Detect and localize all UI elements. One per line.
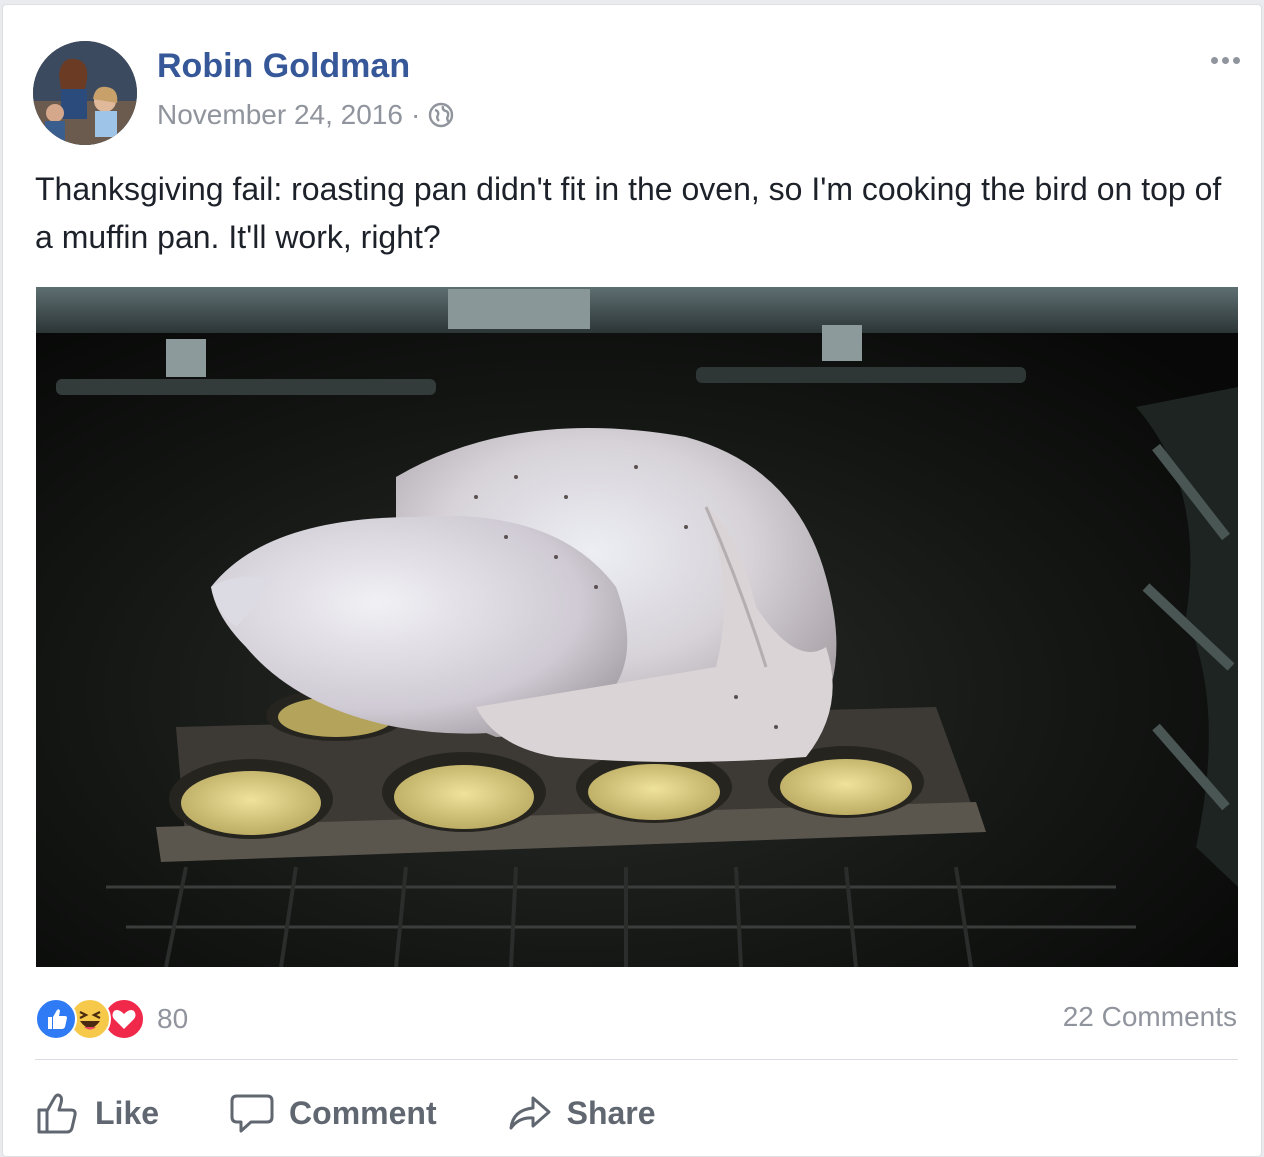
- divider: [35, 1059, 1238, 1060]
- post-text: Thanksgiving fail: roasting pan didn't f…: [35, 171, 1222, 255]
- comment-label: Comment: [289, 1094, 437, 1131]
- like-label: Like: [95, 1094, 160, 1131]
- reaction-count: 80: [157, 1003, 189, 1034]
- action-bar: Like Comment Share: [35, 1081, 726, 1145]
- author-name-link[interactable]: Robin Goldman: [157, 47, 410, 86]
- like-button[interactable]: Like: [35, 1090, 159, 1136]
- meta-separator: ·: [410, 99, 421, 130]
- comment-button[interactable]: Comment: [229, 1090, 437, 1136]
- share-arrow-icon: [507, 1090, 553, 1136]
- globe-icon[interactable]: [428, 102, 454, 128]
- reactions-summary[interactable]: 80: [35, 998, 189, 1040]
- post-photo[interactable]: [36, 287, 1238, 967]
- comments-count-link[interactable]: 22 Comments: [1063, 1001, 1237, 1033]
- like-reaction-icon: [35, 998, 77, 1040]
- post-card: Robin Goldman November 24, 2016 · Thanks…: [2, 4, 1262, 1157]
- share-label: Share: [566, 1094, 656, 1131]
- share-button[interactable]: Share: [507, 1090, 656, 1136]
- author-avatar[interactable]: [33, 41, 137, 145]
- comment-bubble-icon: [229, 1090, 275, 1136]
- post-meta: November 24, 2016 ·: [157, 99, 454, 131]
- more-options-icon[interactable]: [1201, 45, 1249, 75]
- thumbs-up-icon: [35, 1090, 81, 1136]
- post-date-link[interactable]: November 24, 2016: [157, 99, 403, 131]
